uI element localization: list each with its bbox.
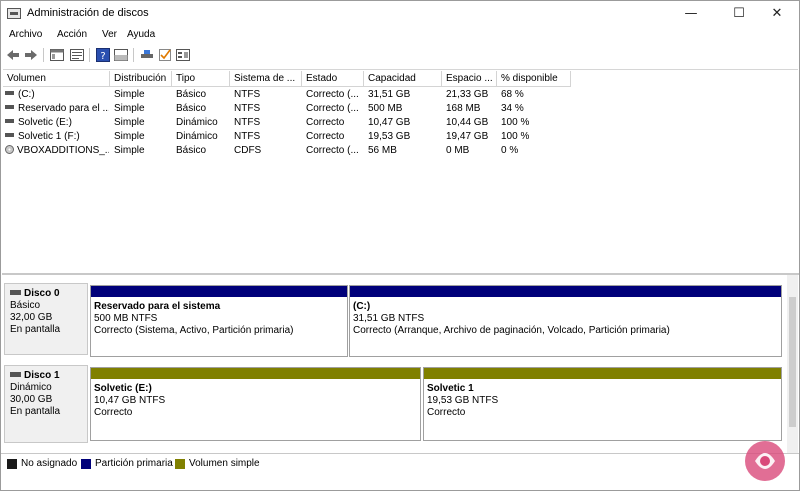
menu-archivo[interactable]: Archivo xyxy=(9,29,42,40)
connect-disk-icon[interactable] xyxy=(139,47,155,63)
column-estado[interactable]: Estado xyxy=(302,71,364,87)
column-tipo[interactable]: Tipo xyxy=(172,71,230,87)
view-icon[interactable] xyxy=(113,47,129,63)
menu-ver[interactable]: Ver xyxy=(102,29,117,40)
title-bar[interactable]: Administración de discos — ☐ ✕ xyxy=(1,1,799,27)
column-distribucion[interactable]: Distribución xyxy=(110,71,172,87)
simple-volume-bar xyxy=(91,368,420,379)
legend: No asignado Partición primaria Volumen s… xyxy=(1,453,799,473)
disk-1-label[interactable]: Disco 1 Dinámico 30,00 GB En pantalla xyxy=(4,365,88,443)
disk-icon xyxy=(10,289,21,295)
disk-management-app-icon[interactable] xyxy=(7,8,21,19)
console-tree-icon[interactable] xyxy=(49,47,65,63)
volume-icon xyxy=(5,119,14,124)
disk-map: Disco 0 Básico 32,00 GB En pantalla Rese… xyxy=(2,273,799,453)
column-espacio[interactable]: Espacio ... xyxy=(442,71,497,87)
legend-primary-label: Partición primaria xyxy=(95,458,173,469)
cd-icon xyxy=(5,144,14,154)
column-sistema[interactable]: Sistema de ... xyxy=(230,71,302,87)
checklist-icon[interactable] xyxy=(157,47,173,63)
volume-icon xyxy=(5,133,14,138)
partition-solvetic-e[interactable]: Solvetic (E:) 10,47 GB NTFS Correcto xyxy=(90,367,421,441)
menu-accion[interactable]: Acción xyxy=(57,29,87,40)
properties-icon[interactable] xyxy=(69,47,85,63)
settings-panel-icon[interactable] xyxy=(175,47,191,63)
primary-partition-bar xyxy=(91,286,347,297)
disk-0-label[interactable]: Disco 0 Básico 32,00 GB En pantalla xyxy=(4,283,88,355)
help-icon[interactable]: ? xyxy=(95,47,111,63)
svg-text:?: ? xyxy=(100,51,105,62)
volume-icon xyxy=(5,91,14,96)
minimize-button[interactable]: — xyxy=(669,1,713,27)
disk-icon xyxy=(10,371,21,377)
scrollbar-thumb[interactable] xyxy=(789,297,796,427)
primary-partition-bar xyxy=(350,286,781,297)
forward-arrow-icon[interactable] xyxy=(23,47,39,63)
window-title: Administración de discos xyxy=(27,7,149,19)
volume-icon xyxy=(5,105,14,110)
close-button[interactable]: ✕ xyxy=(755,1,799,27)
partition-solvetic-1[interactable]: Solvetic 1 19,53 GB NTFS Correcto xyxy=(423,367,782,441)
legend-simple-swatch xyxy=(175,459,185,469)
partition-c[interactable]: (C:) 31,51 GB NTFS Correcto (Arranque, A… xyxy=(349,285,782,357)
legend-unallocated-label: No asignado xyxy=(21,458,78,469)
solvetic-logo-watermark xyxy=(745,441,785,481)
column-volumen[interactable]: Volumen xyxy=(3,71,110,87)
column-pct-disponible[interactable]: % disponible xyxy=(497,71,571,87)
menu-ayuda[interactable]: Ayuda xyxy=(127,29,155,40)
toolbar: ? xyxy=(1,45,799,65)
disk-map-scrollbar[interactable] xyxy=(787,275,798,453)
simple-volume-bar xyxy=(424,368,781,379)
legend-unallocated-swatch xyxy=(7,459,17,469)
back-arrow-icon[interactable] xyxy=(5,47,21,63)
legend-primary-swatch xyxy=(81,459,91,469)
partition-reservado[interactable]: Reservado para el sistema 500 MB NTFS Co… xyxy=(90,285,348,357)
menu-bar: Archivo Acción Ver Ayuda xyxy=(1,27,799,43)
column-capacidad[interactable]: Capacidad xyxy=(364,71,442,87)
disk-management-window: Administración de discos — ☐ ✕ Archivo A… xyxy=(0,0,800,491)
volume-list: Volumen Distribución Tipo Sistema de ...… xyxy=(3,69,798,271)
legend-simple-label: Volumen simple xyxy=(189,458,260,469)
